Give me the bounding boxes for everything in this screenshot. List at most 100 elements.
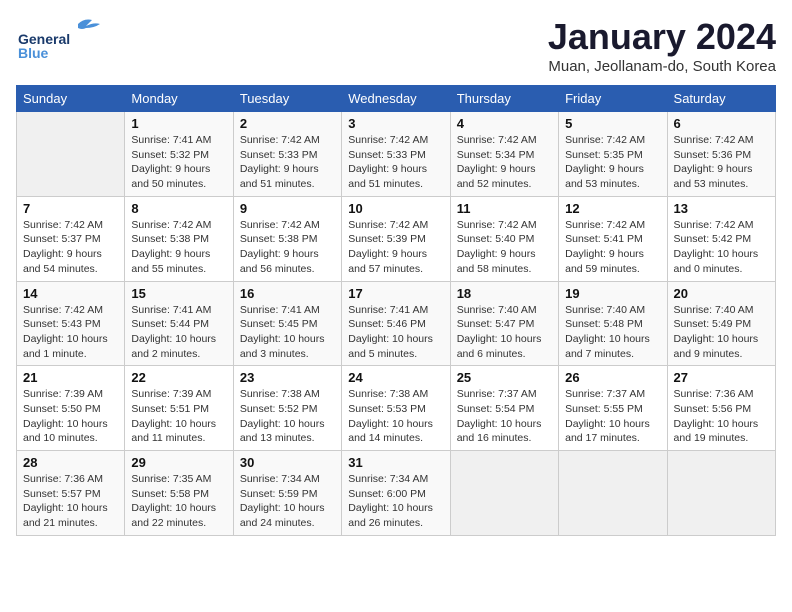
table-row: 3 Sunrise: 7:42 AMSunset: 5:33 PMDaylight… <box>342 112 450 197</box>
col-tuesday: Tuesday <box>233 86 341 112</box>
day-number: 24 <box>348 370 443 385</box>
day-number: 15 <box>131 286 226 301</box>
table-row: 18Sunrise: 7:40 AMSunset: 5:47 PMDayligh… <box>450 281 558 366</box>
day-number: 25 <box>457 370 552 385</box>
day-number: 21 <box>23 370 118 385</box>
day-number: 31 <box>348 455 443 470</box>
table-row: 21 Sunrise: 7:39 AMSunset: 5:50 PMDayligh… <box>17 366 125 451</box>
day-info: Sunrise: 7:42 AMSunset: 5:38 PMDaylight:… <box>131 218 226 277</box>
calendar-week-5: 28Sunrise: 7:36 AMSunset: 5:57 PMDayligh… <box>17 451 776 536</box>
day-info: Sunrise: 7:40 AMSunset: 5:48 PMDaylight:… <box>565 303 660 362</box>
table-row: 27Sunrise: 7:36 AMSunset: 5:56 PMDayligh… <box>667 366 775 451</box>
day-number: 20 <box>674 286 769 301</box>
table-row: 20Sunrise: 7:40 AMSunset: 5:49 PMDayligh… <box>667 281 775 366</box>
day-info: Sunrise: 7:41 AMSunset: 5:45 PMDaylight:… <box>240 303 335 362</box>
day-number: 10 <box>348 201 443 216</box>
day-info: Sunrise: 7:42 AMSunset: 5:33 PMDaylight:… <box>240 133 335 192</box>
day-info: Sunrise: 7:38 AMSunset: 5:53 PMDaylight:… <box>348 387 443 446</box>
table-row: 24 Sunrise: 7:38 AMSunset: 5:53 PMDayligh… <box>342 366 450 451</box>
table-row: 4 Sunrise: 7:42 AMSunset: 5:34 PMDaylight… <box>450 112 558 197</box>
col-monday: Monday <box>125 86 233 112</box>
table-row <box>17 112 125 197</box>
day-info: Sunrise: 7:37 AMSunset: 5:54 PMDaylight:… <box>457 387 552 446</box>
title-block: January 2024 Muan, Jeollanam-do, South K… <box>548 16 776 75</box>
day-number: 26 <box>565 370 660 385</box>
col-thursday: Thursday <box>450 86 558 112</box>
day-number: 5 <box>565 116 660 131</box>
table-row: 13 Sunrise: 7:42 AMSunset: 5:42 PMDayligh… <box>667 196 775 281</box>
table-row: 9 Sunrise: 7:42 AMSunset: 5:38 PMDaylight… <box>233 196 341 281</box>
table-row: 10Sunrise: 7:42 AMSunset: 5:39 PMDayligh… <box>342 196 450 281</box>
day-info: Sunrise: 7:42 AMSunset: 5:34 PMDaylight:… <box>457 133 552 192</box>
day-number: 22 <box>131 370 226 385</box>
day-number: 6 <box>674 116 769 131</box>
day-info: Sunrise: 7:39 AMSunset: 5:51 PMDaylight:… <box>131 387 226 446</box>
table-row: 2 Sunrise: 7:42 AMSunset: 5:33 PMDaylight… <box>233 112 341 197</box>
table-row: 22 Sunrise: 7:39 AMSunset: 5:51 PMDayligh… <box>125 366 233 451</box>
calendar-week-3: 14 Sunrise: 7:42 AMSunset: 5:43 PMDayligh… <box>17 281 776 366</box>
day-info: Sunrise: 7:34 AMSunset: 6:00 PMDaylight:… <box>348 472 443 531</box>
table-row: 26 Sunrise: 7:37 AMSunset: 5:55 PMDayligh… <box>559 366 667 451</box>
table-row <box>450 451 558 536</box>
table-row: 11 Sunrise: 7:42 AMSunset: 5:40 PMDayligh… <box>450 196 558 281</box>
day-number: 19 <box>565 286 660 301</box>
col-sunday: Sunday <box>17 86 125 112</box>
calendar-table: Sunday Monday Tuesday Wednesday Thursday… <box>16 85 776 536</box>
logo: General Blue <box>16 16 106 61</box>
table-row: 15 Sunrise: 7:41 AMSunset: 5:44 PMDayligh… <box>125 281 233 366</box>
day-number: 23 <box>240 370 335 385</box>
table-row: 5 Sunrise: 7:42 AMSunset: 5:35 PMDaylight… <box>559 112 667 197</box>
table-row: 6 Sunrise: 7:42 AMSunset: 5:36 PMDaylight… <box>667 112 775 197</box>
day-number: 18 <box>457 286 552 301</box>
day-info: Sunrise: 7:42 AMSunset: 5:42 PMDaylight:… <box>674 218 769 277</box>
col-wednesday: Wednesday <box>342 86 450 112</box>
day-number: 8 <box>131 201 226 216</box>
table-row <box>667 451 775 536</box>
day-info: Sunrise: 7:42 AMSunset: 5:37 PMDaylight:… <box>23 218 118 277</box>
table-row: 1Sunrise: 7:41 AMSunset: 5:32 PMDaylight… <box>125 112 233 197</box>
day-info: Sunrise: 7:42 AMSunset: 5:38 PMDaylight:… <box>240 218 335 277</box>
day-number: 4 <box>457 116 552 131</box>
day-info: Sunrise: 7:41 AMSunset: 5:44 PMDaylight:… <box>131 303 226 362</box>
table-row: 7Sunrise: 7:42 AMSunset: 5:37 PMDaylight… <box>17 196 125 281</box>
col-saturday: Saturday <box>667 86 775 112</box>
table-row: 17 Sunrise: 7:41 AMSunset: 5:46 PMDayligh… <box>342 281 450 366</box>
calendar-week-1: 1Sunrise: 7:41 AMSunset: 5:32 PMDaylight… <box>17 112 776 197</box>
day-number: 9 <box>240 201 335 216</box>
day-info: Sunrise: 7:42 AMSunset: 5:33 PMDaylight:… <box>348 133 443 192</box>
logo-svg: General Blue <box>16 16 106 61</box>
day-number: 16 <box>240 286 335 301</box>
day-number: 3 <box>348 116 443 131</box>
day-number: 13 <box>674 201 769 216</box>
calendar-header-row: Sunday Monday Tuesday Wednesday Thursday… <box>17 86 776 112</box>
table-row: 23 Sunrise: 7:38 AMSunset: 5:52 PMDayligh… <box>233 366 341 451</box>
day-info: Sunrise: 7:42 AMSunset: 5:40 PMDaylight:… <box>457 218 552 277</box>
day-info: Sunrise: 7:42 AMSunset: 5:43 PMDaylight:… <box>23 303 118 362</box>
day-number: 30 <box>240 455 335 470</box>
day-number: 12 <box>565 201 660 216</box>
day-info: Sunrise: 7:42 AMSunset: 5:36 PMDaylight:… <box>674 133 769 192</box>
day-number: 14 <box>23 286 118 301</box>
day-info: Sunrise: 7:37 AMSunset: 5:55 PMDaylight:… <box>565 387 660 446</box>
location: Muan, Jeollanam-do, South Korea <box>548 58 776 75</box>
day-info: Sunrise: 7:42 AMSunset: 5:35 PMDaylight:… <box>565 133 660 192</box>
day-number: 28 <box>23 455 118 470</box>
day-info: Sunrise: 7:41 AMSunset: 5:46 PMDaylight:… <box>348 303 443 362</box>
calendar-week-2: 7Sunrise: 7:42 AMSunset: 5:37 PMDaylight… <box>17 196 776 281</box>
day-number: 1 <box>131 116 226 131</box>
table-row: 31 Sunrise: 7:34 AMSunset: 6:00 PMDayligh… <box>342 451 450 536</box>
svg-text:Blue: Blue <box>18 45 49 61</box>
day-info: Sunrise: 7:42 AMSunset: 5:41 PMDaylight:… <box>565 218 660 277</box>
day-info: Sunrise: 7:34 AMSunset: 5:59 PMDaylight:… <box>240 472 335 531</box>
day-info: Sunrise: 7:38 AMSunset: 5:52 PMDaylight:… <box>240 387 335 446</box>
table-row: 16 Sunrise: 7:41 AMSunset: 5:45 PMDayligh… <box>233 281 341 366</box>
calendar-week-4: 21 Sunrise: 7:39 AMSunset: 5:50 PMDayligh… <box>17 366 776 451</box>
day-number: 17 <box>348 286 443 301</box>
table-row <box>559 451 667 536</box>
day-number: 11 <box>457 201 552 216</box>
day-info: Sunrise: 7:35 AMSunset: 5:58 PMDaylight:… <box>131 472 226 531</box>
day-info: Sunrise: 7:39 AMSunset: 5:50 PMDaylight:… <box>23 387 118 446</box>
table-row: 19 Sunrise: 7:40 AMSunset: 5:48 PMDayligh… <box>559 281 667 366</box>
day-number: 29 <box>131 455 226 470</box>
day-number: 2 <box>240 116 335 131</box>
